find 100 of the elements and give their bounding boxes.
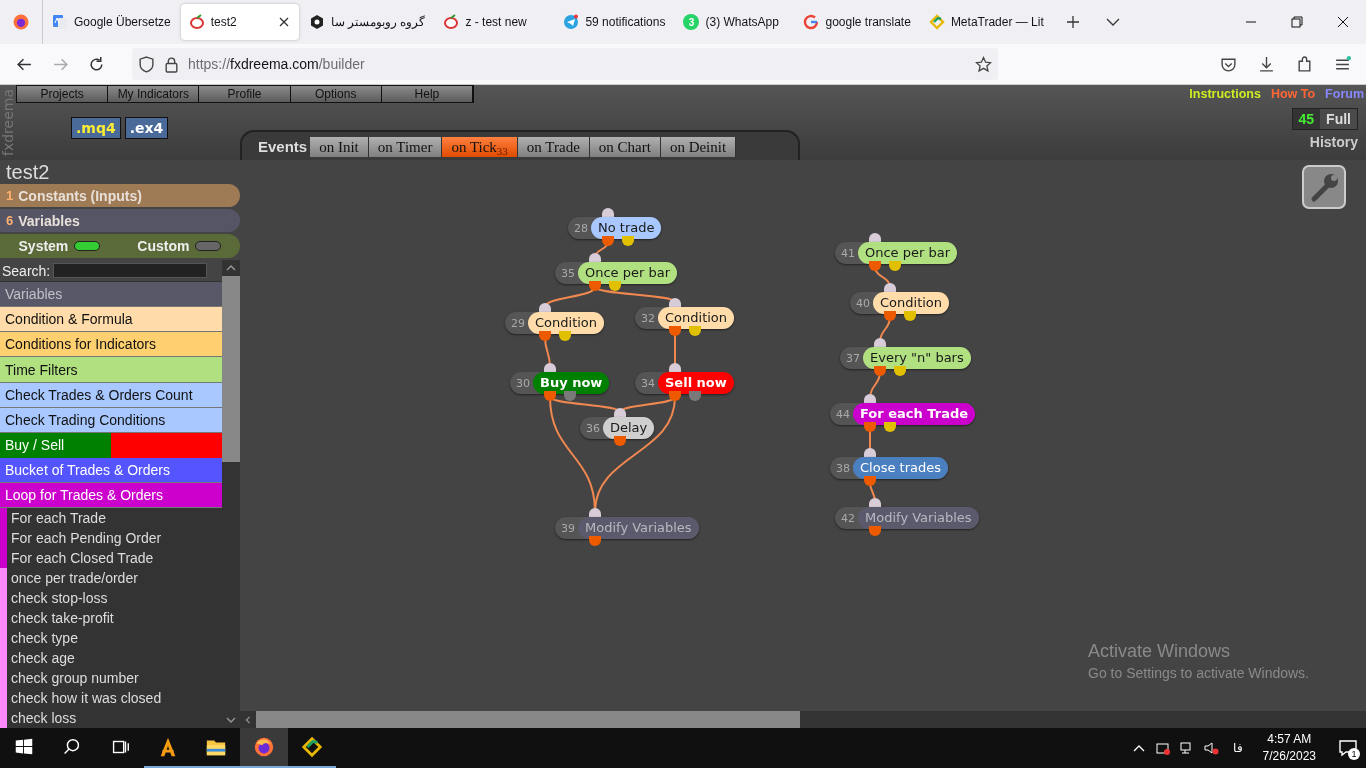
output-port-icon[interactable] [689,326,701,336]
block-item[interactable]: once per trade/order [7,568,222,588]
output-port-icon[interactable] [544,391,556,401]
shield-icon[interactable] [138,55,155,73]
menu-item[interactable]: Projects [17,86,109,102]
block-item[interactable]: check loss [7,708,222,728]
flow-block[interactable]: 32 Condition [635,307,735,329]
variables-bar[interactable]: 6 Variables [0,209,240,232]
block-item[interactable]: check age [7,648,222,668]
firefox-icon[interactable] [12,13,30,31]
block-item[interactable]: For each Trade [7,508,222,528]
browser-tab[interactable]: گروه روبومستر سا [300,4,434,40]
scroll-up-icon[interactable] [226,264,236,272]
horizontal-scrollbar[interactable] [240,711,1366,728]
flow-block[interactable]: 42 Modify Variables [835,507,979,529]
flow-block[interactable]: 44 For each Trade [830,403,976,425]
category-item[interactable]: Check Trading Conditions [0,407,222,433]
header-link[interactable]: Instructions [1189,87,1261,101]
scrollbar[interactable] [222,260,240,728]
output-port-icon[interactable] [614,436,626,446]
toggle-switch[interactable] [195,241,222,251]
scroll-down-icon[interactable] [226,716,236,724]
output-port-icon[interactable] [889,261,901,271]
output-port-icon[interactable] [589,536,601,546]
browser-tab[interactable]: MetaTrader — Lit [920,4,1052,40]
output-port-icon[interactable] [669,326,681,336]
wrench-icon[interactable] [1302,165,1346,209]
block-item[interactable]: check type [7,628,222,648]
output-port-icon[interactable] [904,311,916,321]
output-port-icon[interactable] [884,422,896,432]
notification-icon[interactable] [1338,738,1358,758]
browser-tab[interactable]: Google Übersetze [44,4,179,40]
category-item[interactable]: Variables [0,282,222,308]
category-item[interactable]: Bucket of Trades & Orders [0,457,222,483]
browser-tab[interactable]: google translate [795,4,919,40]
output-port-icon[interactable] [622,236,634,246]
history-link[interactable]: History [1309,134,1358,150]
flow-block[interactable]: 36 Delay [580,417,655,439]
export-button[interactable]: .mq4 [71,117,121,139]
output-port-icon[interactable] [869,526,881,536]
output-port-icon[interactable] [894,366,906,376]
category-item[interactable]: Conditions for Indicators [0,332,222,358]
lock-icon[interactable] [163,55,180,73]
search-field[interactable] [53,263,208,279]
flow-block[interactable]: 35 Once per bar [555,262,678,284]
clock[interactable]: 4:57 AM 7/26/2023 [1262,731,1316,765]
language-indicator[interactable]: فا [1232,741,1243,755]
flow-block[interactable]: 38 Close trades [830,457,948,479]
flow-block[interactable]: 29 Condition [505,312,605,334]
block-item[interactable]: check group number [7,668,222,688]
browser-tab[interactable]: 59 notifications [555,4,674,40]
category-item[interactable]: Condition & Formula [0,307,222,333]
reload-icon[interactable] [87,55,105,73]
star-icon[interactable] [975,55,992,73]
block-item[interactable]: check how it was closed [7,688,222,708]
extensions-icon[interactable] [1295,55,1313,73]
download-icon[interactable] [1257,55,1275,73]
block-item[interactable]: check stop-loss [7,588,222,608]
block-item[interactable]: For each Pending Order [7,528,222,548]
pocket-icon[interactable] [1219,55,1237,73]
output-port-icon[interactable] [864,422,876,432]
flow-block[interactable]: 28 No trade [568,217,662,239]
export-button[interactable]: .ex4 [124,117,169,139]
flow-block[interactable]: 39 Modify Variables [555,517,699,539]
output-port-icon[interactable] [874,366,886,376]
menu-item[interactable]: Options [290,86,382,102]
address-bar[interactable]: https://fxdreema.com/builder [132,48,998,80]
flow-block[interactable]: 37 Every "n" bars [840,347,971,369]
menu-item[interactable]: Profile [199,86,291,102]
category-item[interactable]: Loop for Trades & Orders [0,482,222,508]
block-item[interactable]: check take-profit [7,608,222,628]
flow-block[interactable]: 30 Buy now [510,372,610,394]
output-port-icon[interactable] [602,236,614,246]
output-port-icon[interactable] [539,331,551,341]
menu-item[interactable]: My Indicators [108,86,200,102]
output-port-icon[interactable] [589,281,601,291]
flow-block[interactable]: 41 Once per bar [835,242,958,264]
output-port-icon[interactable] [864,476,876,486]
speaker-muted-icon[interactable] [1202,740,1219,756]
new-tab-icon[interactable] [1064,14,1081,30]
browser-tab[interactable]: test2 [180,4,299,40]
restore-icon[interactable] [1291,16,1303,28]
output-port-icon[interactable] [869,261,881,271]
event-tab[interactable]: on Chart [589,137,661,157]
close-icon[interactable] [1337,16,1349,28]
output-port-icon[interactable] [559,331,571,341]
flow-block[interactable]: 34 Sell now [635,372,734,394]
full-button[interactable]: Full [1320,109,1357,129]
output-port-icon[interactable] [884,311,896,321]
menu-item[interactable]: Help [381,86,473,102]
firefox-icon[interactable] [253,736,275,758]
category-item[interactable]: Check Trades & Orders Count [0,382,222,408]
event-tab[interactable]: on Timer [368,137,443,157]
block-item[interactable]: For each Closed Trade [7,548,222,568]
browser-tab[interactable]: z - test new [435,4,554,40]
metatrader-icon[interactable] [301,736,323,758]
output-port-icon[interactable] [609,281,621,291]
category-item[interactable]: Time Filters [0,357,222,383]
flow-block[interactable]: 40 Condition [850,292,950,314]
event-tab[interactable]: on Deinit [660,137,737,157]
